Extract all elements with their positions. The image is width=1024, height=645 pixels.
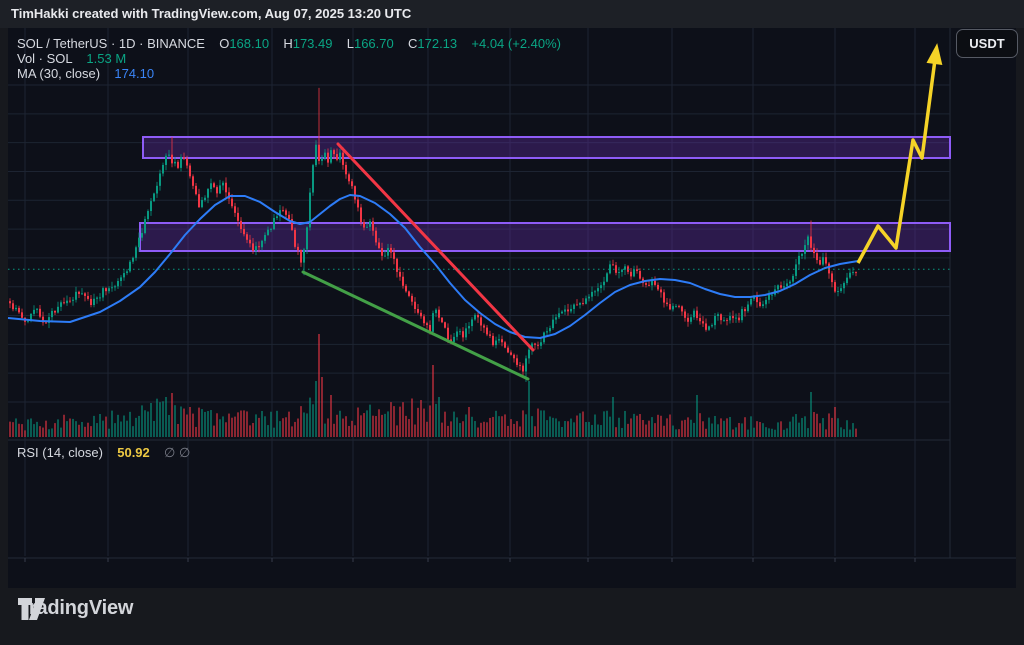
volume-legend-row[interactable]: Vol · SOL 1.53 M <box>17 51 126 66</box>
ma-label: MA (30, close) <box>17 66 101 81</box>
tradingview-logo-icon <box>18 598 45 620</box>
change-value: +4.04 (+2.40%) <box>471 36 562 51</box>
rsi-value: 50.92 <box>117 445 150 460</box>
symbol-legend-row[interactable]: SOL / TetherUS · 1D · BINANCE O168.10 H1… <box>17 36 561 51</box>
interval-label[interactable]: 1D <box>119 36 136 51</box>
rsi-legend-row[interactable]: RSI (14, close) 50.92 ∅ ∅ <box>17 445 190 461</box>
volume-value: 1.53 M <box>86 51 127 66</box>
tradingview-branding[interactable]: TradingView <box>18 597 133 620</box>
volume-label: Vol · SOL <box>17 51 73 66</box>
low-value: 166.70 <box>353 36 394 51</box>
footer-bar: TradingView <box>0 588 1024 645</box>
exchange-label: BINANCE <box>147 36 205 51</box>
low-label: L <box>346 36 354 51</box>
chart-background <box>8 28 1016 588</box>
ma-value: 174.10 <box>114 66 155 81</box>
open-label: O <box>219 36 230 51</box>
attribution-bar: TimHakki created with TradingView.com, A… <box>0 0 1024 28</box>
rsi-label: RSI (14, close) <box>17 445 103 460</box>
open-value: 168.10 <box>229 36 270 51</box>
close-value: 172.13 <box>417 36 458 51</box>
high-label: H <box>283 36 293 51</box>
high-value: 173.49 <box>292 36 333 51</box>
close-label: C <box>407 36 418 51</box>
currency-toggle-button[interactable]: USDT <box>956 29 1018 58</box>
attribution-text: TimHakki created with TradingView.com, A… <box>11 6 412 21</box>
chart-canvas[interactable] <box>0 0 1024 645</box>
rsi-hide-icons[interactable]: ∅ ∅ <box>164 445 190 460</box>
ma-legend-row[interactable]: MA (30, close) 174.10 <box>17 66 154 81</box>
tradingview-chart-page: TimHakki created with TradingView.com, A… <box>0 0 1024 645</box>
symbol-name[interactable]: SOL / TetherUS <box>17 36 107 51</box>
